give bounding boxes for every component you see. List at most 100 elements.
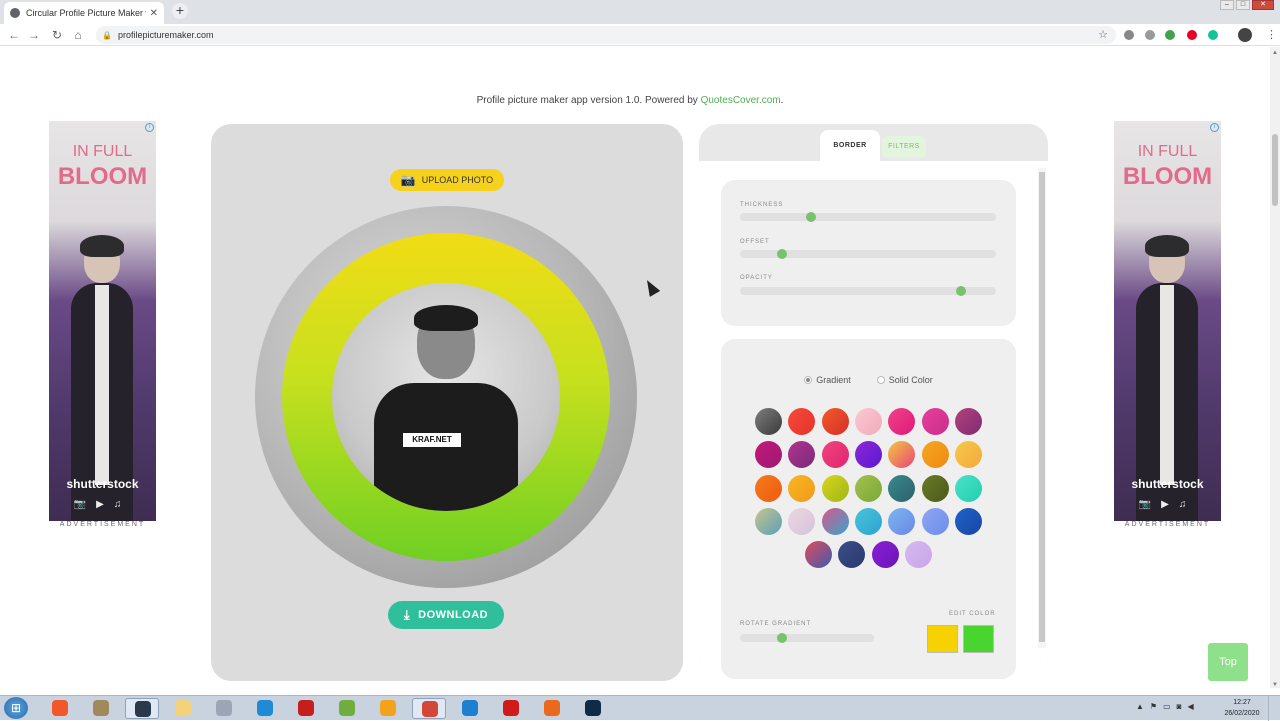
gradient-swatch[interactable] [954,408,982,435]
quotescover-link[interactable]: QuotesCover.com [701,95,781,106]
ad-info-icon[interactable]: i [1210,123,1219,132]
maximize-icon[interactable]: □ [1236,0,1250,10]
show-desktop-button[interactable] [1268,696,1280,721]
controls-scrollbar[interactable] [1038,168,1046,648]
gradient-swatch[interactable] [888,408,916,435]
opacity-slider[interactable] [740,286,996,296]
browser-tab[interactable]: Circular Profile Picture Maker wi ✕ [4,2,164,24]
edit-color-start[interactable] [927,625,958,653]
gradient-swatch[interactable] [888,507,916,535]
gradient-swatch[interactable] [755,441,782,469]
gradient-swatch[interactable] [871,541,899,569]
solid-color-radio[interactable]: Solid Color [876,375,933,385]
gradient-swatch[interactable] [804,541,832,569]
gradient-swatch[interactable] [755,408,782,435]
browser-tab-bar: Circular Profile Picture Maker wi ✕ + – … [0,0,1280,24]
gradient-swatch[interactable] [788,474,816,502]
taskbar-app-gimp[interactable] [84,698,118,719]
taskbar-app-editor[interactable] [125,698,159,719]
right-advertisement[interactable]: i IN FULL BLOOM shutterstock 📷▶♫ [1114,121,1221,521]
offset-slider[interactable] [740,249,996,259]
gradient-swatch[interactable] [888,474,916,502]
minimize-icon[interactable]: – [1220,0,1234,10]
ad-headline-2: BLOOM [1122,163,1213,190]
gradient-swatch[interactable] [788,441,816,469]
camera-extension-icon[interactable] [1124,30,1134,40]
gradient-radio[interactable]: Gradient [804,375,851,385]
gradient-swatch[interactable] [755,474,782,502]
window-close-icon[interactable]: ✕ [1252,0,1274,10]
taskbar-app-xampp[interactable] [43,698,77,719]
back-to-top-button[interactable]: Top [1208,643,1248,681]
edit-color-end[interactable] [963,625,994,653]
gradient-swatch[interactable] [788,408,816,435]
download-button[interactable]: ⤓ DOWNLOAD [388,601,504,629]
gradient-swatch[interactable] [888,441,916,469]
gradient-swatch[interactable] [854,474,882,502]
taskbar-app-filezilla[interactable] [289,698,323,719]
taskbar-app-firefox[interactable] [535,698,569,719]
gradient-swatch[interactable] [821,441,849,469]
gradient-swatch[interactable] [921,408,949,435]
back-icon[interactable]: ← [6,27,22,43]
home-icon[interactable]: ⌂ [70,27,86,43]
gradient-swatch[interactable] [854,408,882,435]
upload-photo-button[interactable]: 📷 UPLOAD PHOTO [390,169,504,191]
gradient-swatch[interactable] [954,441,982,469]
upload-label: UPLOAD PHOTO [421,175,494,185]
taskbar-app-orange[interactable] [371,698,405,719]
tab-filters[interactable]: FILTERS [882,136,926,158]
clock-time: 12:27 [1233,699,1251,706]
bookmark-star-icon[interactable]: ☆ [1098,28,1108,41]
grammarly-icon[interactable] [1208,30,1218,40]
scroll-up-icon[interactable]: ▲ [1272,50,1278,56]
taskbar-app-notepad[interactable] [330,698,364,719]
gradient-swatch[interactable] [854,507,882,535]
profile-avatar-icon[interactable] [1238,28,1252,42]
taskbar-app-explorer[interactable] [166,698,200,719]
browser-menu-icon[interactable]: ⋮ [1266,28,1277,41]
opacity-label: OPACITY [740,275,773,281]
gradient-swatch[interactable] [921,474,949,502]
gradient-swatch[interactable] [854,441,882,469]
ad-label: ADVERTISEMENT [59,521,146,528]
gradient-swatch[interactable] [904,541,932,569]
taskbar-app-photoshop[interactable] [576,698,610,719]
preview-card: 📷 UPLOAD PHOTO KRAF.NET ⤓ DOWNLOAD [211,124,683,681]
gradient-swatch[interactable] [821,507,849,535]
gradient-swatch[interactable] [954,474,982,502]
taskbar-clock[interactable]: 12:27 26/02/2020 [1222,697,1262,719]
taskbar-app-chrome[interactable] [412,698,446,719]
extension-icon[interactable] [1145,30,1155,40]
taskbar-app-opera[interactable] [494,698,528,719]
close-tab-icon[interactable]: ✕ [150,8,158,19]
left-advertisement[interactable]: i IN FULL BLOOM shutterstock 📷▶♫ [49,121,156,521]
system-tray-icons[interactable]: ▲⚑▭◙◀ [1136,702,1200,711]
powered-by-line: Profile picture maker app version 1.0. P… [0,95,1260,106]
ad-info-icon[interactable]: i [145,123,154,132]
ad-label: ADVERTISEMENT [1124,521,1211,528]
pen-extension-icon[interactable] [1165,30,1175,40]
rotate-gradient-slider[interactable] [740,633,874,643]
gradient-swatch[interactable] [755,507,782,535]
gradient-swatch[interactable] [921,507,949,535]
gradient-swatch[interactable] [821,408,849,435]
gradient-swatch[interactable] [838,541,866,569]
page-scrollbar-thumb[interactable] [1272,134,1278,206]
tab-border[interactable]: BORDER [820,130,880,162]
taskbar-app-blue[interactable] [248,698,282,719]
reload-icon[interactable]: ↻ [49,27,65,43]
address-bar[interactable]: 🔒 profilepicturemaker.com ☆ [96,26,1116,44]
scroll-down-icon[interactable]: ▼ [1272,682,1278,688]
gradient-swatch[interactable] [954,507,982,535]
gradient-swatch[interactable] [921,441,949,469]
thickness-slider[interactable] [740,212,996,222]
new-tab-button[interactable]: + [172,3,188,19]
taskbar-app-tool[interactable] [207,698,241,719]
pinterest-icon[interactable] [1187,30,1197,40]
gradient-swatch[interactable] [821,474,849,502]
start-button[interactable]: ⊞ [4,697,28,719]
forward-icon[interactable]: → [26,27,42,43]
taskbar-app-edge[interactable] [453,698,487,719]
gradient-swatch[interactable] [788,507,816,535]
